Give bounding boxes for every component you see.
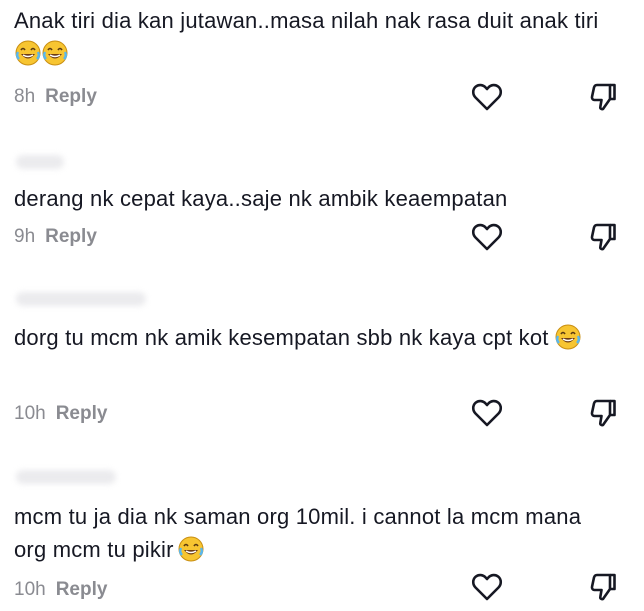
heart-icon: [471, 399, 503, 427]
like-button[interactable]: [470, 220, 504, 254]
comment-text: derang nk cepat kaya..saje nk ambik keae…: [14, 182, 614, 215]
reply-button[interactable]: Reply: [45, 86, 97, 107]
comment-1: Anak tiri dia kan jutawan..masa nilah na…: [0, 0, 644, 125]
dislike-icon: [590, 83, 616, 111]
comment-4: mcm tu ja dia nk saman org 10mil. i cann…: [0, 462, 644, 611]
comment-text-body: mcm tu ja dia nk saman org 10mil. i cann…: [14, 504, 582, 562]
comment-text-body: Anak tiri dia kan jutawan..masa nilah na…: [14, 8, 599, 33]
reply-button[interactable]: Reply: [45, 226, 97, 247]
dislike-button[interactable]: [586, 570, 620, 604]
comment-time: 8h: [14, 86, 36, 107]
like-button[interactable]: [470, 80, 504, 114]
comment-time: 9h: [14, 226, 36, 247]
comment-meta: 8h Reply: [14, 86, 97, 108]
dislike-icon: [590, 223, 616, 251]
username-blurred: [16, 470, 116, 484]
username-blurred: [16, 155, 64, 169]
comment-time: 10h: [14, 579, 46, 600]
dislike-icon: [590, 573, 616, 601]
laughing-emoji-icon: [15, 40, 41, 66]
comment-3: dorg tu mcm nk amik kesempatan sbb nk ka…: [0, 286, 644, 436]
laughing-emoji-icon: [178, 536, 204, 562]
comment-text-body: derang nk cepat kaya..saje nk ambik keae…: [14, 186, 508, 211]
laughing-emoji-icon: [42, 40, 68, 66]
dislike-icon: [590, 399, 616, 427]
heart-icon: [471, 573, 503, 601]
reply-button[interactable]: Reply: [56, 403, 108, 424]
comment-text: dorg tu mcm nk amik kesempatan sbb nk ka…: [14, 321, 614, 354]
heart-icon: [471, 83, 503, 111]
like-button[interactable]: [470, 570, 504, 604]
heart-icon: [471, 223, 503, 251]
comment-time: 10h: [14, 403, 46, 424]
comment-meta: 10h Reply: [14, 579, 107, 601]
dislike-button[interactable]: [586, 220, 620, 254]
comment-meta: 10h Reply: [14, 403, 107, 425]
dislike-button[interactable]: [586, 396, 620, 430]
comment-text-body: dorg tu mcm nk amik kesempatan sbb nk ka…: [14, 325, 549, 350]
laughing-emoji-icon: [555, 324, 581, 350]
comment-text: Anak tiri dia kan jutawan..masa nilah na…: [14, 4, 614, 70]
like-button[interactable]: [470, 396, 504, 430]
reply-button[interactable]: Reply: [56, 579, 108, 600]
comment-2: derang nk cepat kaya..saje nk ambik keae…: [0, 145, 644, 270]
dislike-button[interactable]: [586, 80, 620, 114]
username-blurred: [16, 292, 146, 306]
comment-meta: 9h Reply: [14, 226, 97, 248]
comment-text: mcm tu ja dia nk saman org 10mil. i cann…: [14, 500, 614, 566]
